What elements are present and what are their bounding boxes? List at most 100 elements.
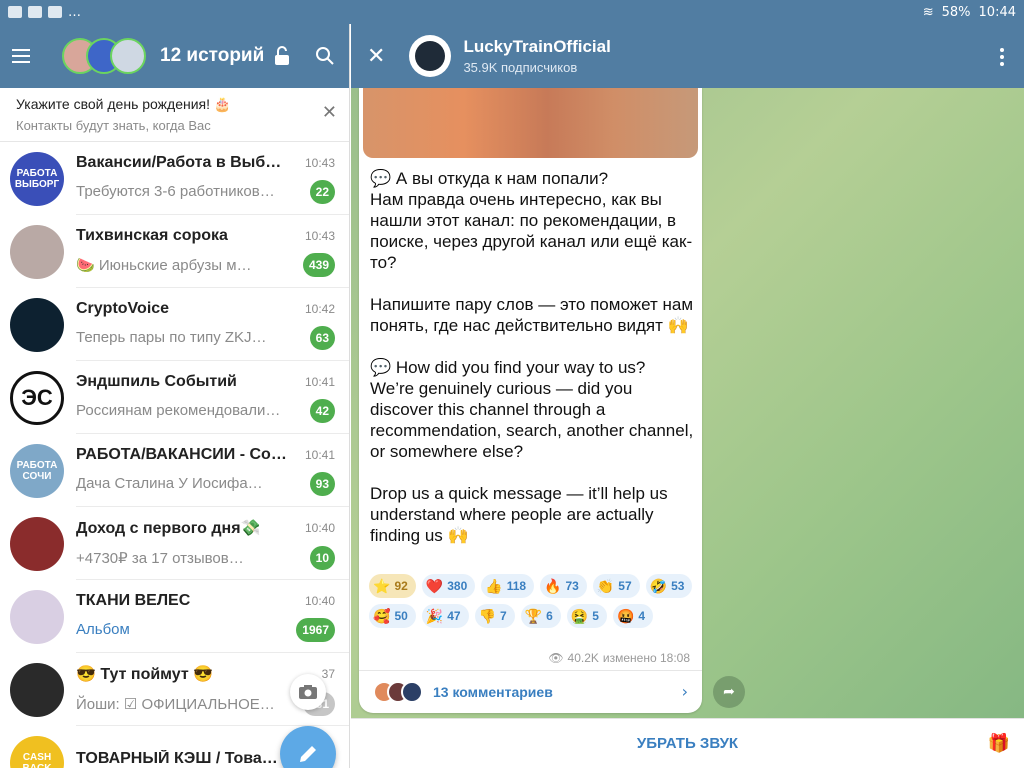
- camera-button[interactable]: [290, 674, 326, 710]
- reaction-emoji: 🥰: [373, 607, 391, 624]
- reaction-chip[interactable]: 👎 7: [474, 604, 515, 628]
- unread-badge: 439: [302, 252, 335, 277]
- bottom-bar: УБРАТЬ ЗВУК 🎁: [351, 718, 1024, 768]
- reaction-count: 4: [638, 609, 646, 623]
- unread-badge: 1967: [296, 617, 335, 642]
- avatar: [10, 224, 64, 279]
- channel-header: ✕ LuckyTrainOfficial 35.9K подписчиков: [351, 24, 1024, 88]
- chat-preview: Теперь пары по типу ZKJ…: [76, 329, 267, 346]
- chat-time: 10:42: [304, 301, 335, 316]
- chat-list-header: 12 историй: [0, 24, 349, 88]
- commenter-avatars: [373, 680, 423, 703]
- mail-notification-icon: [28, 6, 42, 18]
- reaction-chip[interactable]: 👏 57: [592, 574, 640, 598]
- chevron-right-icon: ›: [681, 682, 688, 701]
- pencil-icon: [300, 746, 316, 762]
- reaction-chip[interactable]: 🔥 73: [540, 574, 587, 598]
- status-bar: … ≋ 58% 10:44: [0, 0, 1024, 24]
- reaction-emoji: 👏: [596, 577, 615, 594]
- chat-name: ТОВАРНЫЙ КЭШ / Това…: [76, 749, 278, 767]
- reaction-chip[interactable]: 🎉 47: [421, 604, 469, 628]
- reaction-count: 5: [592, 609, 599, 623]
- chat-preview: +4730₽ за 17 отзывов…: [76, 549, 244, 567]
- reaction-chip[interactable]: 🤮 5: [566, 604, 607, 628]
- reaction-count: 53: [671, 579, 685, 593]
- reaction-emoji: ❤️: [425, 577, 444, 594]
- reaction-count: 73: [565, 579, 579, 593]
- chat-name: Вакансии/Работа в Выб…: [76, 153, 282, 171]
- chat-list-item[interactable]: ЭС Эндшпиль Событий 10:41 Россиянам рекомен…: [0, 361, 349, 434]
- reaction-emoji: 🔥: [544, 577, 562, 594]
- chat-preview: Требуются 3-6 работников…: [76, 183, 275, 200]
- chat-preview: 🍉 Июньские арбузы м…: [76, 256, 252, 274]
- channel-name[interactable]: LuckyTrainOfficial: [463, 37, 610, 57]
- comments-button[interactable]: 13 комментариев ›: [359, 670, 702, 712]
- reaction-chip[interactable]: 🤣 53: [645, 574, 693, 598]
- chat-list-item[interactable]: CryptoVoice 10:42 Теперь пары по типу ZKJ……: [0, 288, 349, 361]
- reaction-chip[interactable]: 🥰 50: [369, 604, 416, 628]
- avatar: [10, 662, 64, 717]
- chat-name: РАБОТА/ВАКАНСИИ - Со…: [76, 445, 287, 463]
- reaction-emoji: 🤣: [649, 577, 668, 594]
- message-bubble[interactable]: 💬 А вы откуда к нам попали? Нам правда о…: [359, 88, 702, 713]
- reaction-count: 6: [546, 609, 553, 623]
- chat-list-item[interactable]: РАБОТА СОЧИ РАБОТА/ВАКАНСИИ - Со… 10:41 Дач…: [0, 434, 349, 507]
- search-icon[interactable]: [315, 46, 335, 66]
- birthday-banner[interactable]: Укажите свой день рождения! 🎂 Контакты б…: [0, 88, 349, 142]
- chat-time: 10:40: [304, 593, 335, 608]
- birthday-banner-subtitle: Контакты будут знать, когда Вас: [16, 118, 211, 133]
- message-meta: 👁 40.2K изменено 18:08: [548, 651, 690, 665]
- reaction-chip[interactable]: 🤬 4: [612, 604, 654, 628]
- mute-button[interactable]: УБРАТЬ ЗВУК: [637, 735, 738, 752]
- avatar: ЭС: [10, 370, 64, 425]
- close-icon[interactable]: ✕: [322, 102, 337, 123]
- unread-badge: 93: [309, 471, 335, 496]
- chat-name: Доход с первого дня💸: [76, 519, 261, 537]
- reaction-chip[interactable]: 👍 118: [481, 574, 535, 598]
- reaction-emoji: 🏆: [524, 607, 543, 624]
- chat-time: 10:43: [304, 228, 335, 243]
- reaction-emoji: 👎: [478, 607, 497, 624]
- chat-time: 10:41: [304, 374, 335, 389]
- eye-icon: 👁: [548, 651, 564, 665]
- message-media[interactable]: [363, 88, 698, 158]
- share-icon: ➦: [723, 684, 735, 700]
- message-text: 💬 А вы откуда к нам попали? Нам правда о…: [370, 169, 694, 545]
- stories-title[interactable]: 12 историй: [160, 45, 264, 67]
- avatar: [10, 516, 64, 571]
- chat-name: Эндшпиль Событий: [76, 372, 237, 390]
- reaction-chip[interactable]: ⭐ 92: [369, 574, 416, 598]
- telegram-notification-icon: [8, 6, 22, 18]
- reaction-count: 380: [447, 579, 468, 593]
- more-options-icon[interactable]: [1000, 48, 1004, 66]
- chat-list-item[interactable]: Доход с первого дня💸 10:40 +4730₽ за 17 от…: [0, 507, 349, 580]
- view-count: 40.2K: [567, 651, 599, 665]
- menu-icon[interactable]: [12, 42, 40, 70]
- story-avatar[interactable]: [110, 38, 146, 74]
- reaction-chip[interactable]: 🏆 6: [520, 604, 561, 628]
- chat-list-item[interactable]: Тихвинская сорока 10:43 🍉 Июньские арбузы …: [0, 215, 349, 288]
- reaction-count: 92: [394, 579, 408, 593]
- chat-time: 10:40: [304, 520, 335, 535]
- reactions-bar: ⭐ 92 ❤️ 380 👍 118 🔥 73 👏 57 🤣 53 🥰 50 🎉 47 👎 7 🏆 6 🤮 5 🤬 4: [369, 574, 694, 628]
- stories-avatars[interactable]: [62, 38, 146, 74]
- gift-icon[interactable]: 🎁: [988, 733, 1010, 754]
- avatar: [401, 680, 423, 703]
- channel-avatar[interactable]: [409, 35, 452, 77]
- reaction-emoji: 🤬: [616, 607, 635, 624]
- battery-level: 58%: [941, 4, 971, 20]
- chat-name: CryptoVoice: [76, 299, 170, 317]
- close-icon[interactable]: ✕: [367, 44, 385, 69]
- app-notification-icon: [48, 6, 62, 18]
- chat-list-pane: 12 историй Укажите свой день рождения! 🎂…: [0, 24, 350, 768]
- edited-label: изменено 18:08: [602, 651, 690, 665]
- share-button[interactable]: ➦: [713, 676, 745, 708]
- reaction-chip[interactable]: ❤️ 380: [421, 574, 476, 598]
- chat-list-item[interactable]: РАБОТА ВЫБОРГ Вакансии/Работа в Выб… 10:43…: [0, 142, 349, 215]
- reaction-count: 57: [618, 579, 632, 593]
- unread-badge: 10: [309, 545, 335, 570]
- chat-list-item[interactable]: ТКАНИ ВЕЛЕС 10:40 Альбом 1967: [0, 580, 349, 653]
- reaction-emoji: 👍: [485, 577, 503, 594]
- avatar: [10, 297, 64, 352]
- lock-open-icon[interactable]: [273, 46, 291, 66]
